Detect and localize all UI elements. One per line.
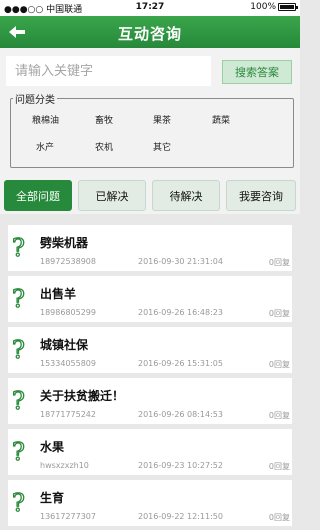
status-bar: ●●●○○ 中国联通 17:27 100% bbox=[0, 0, 300, 16]
question-user: 18986805299 bbox=[40, 308, 96, 317]
question-user: 18771775242 bbox=[40, 410, 96, 419]
question-user: 18972538908 bbox=[40, 257, 96, 266]
question-date: 2016-09-23 10:27:52 bbox=[138, 461, 223, 470]
search-input[interactable] bbox=[6, 56, 211, 86]
reply-count: 0回复 bbox=[268, 360, 290, 369]
battery-indicator: 100% bbox=[250, 2, 298, 12]
svg-text:?: ? bbox=[12, 286, 25, 312]
question-mark-icon: ? bbox=[11, 388, 25, 414]
question-date: 2016-09-26 08:14:53 bbox=[138, 410, 223, 419]
svg-text:?: ? bbox=[12, 388, 25, 414]
battery-icon bbox=[278, 2, 298, 11]
reply-count: 0回复 bbox=[268, 258, 290, 267]
question-item[interactable]: ? 城镇社保 15334055809 2016-09-26 15:31:05 0… bbox=[8, 327, 292, 373]
search-button[interactable]: 搜索答案 bbox=[222, 60, 292, 84]
category-box bbox=[10, 98, 294, 168]
question-user: hwsxzxzh10 bbox=[40, 461, 89, 470]
reply-count: 0回复 bbox=[268, 513, 290, 522]
question-title: 生育 bbox=[40, 491, 65, 505]
category-machinery[interactable]: 农机 bbox=[95, 140, 113, 153]
question-mark-icon: ? bbox=[11, 235, 25, 261]
svg-text:?: ? bbox=[12, 490, 25, 516]
svg-text:?: ? bbox=[12, 439, 25, 465]
category-title: 问题分类 bbox=[13, 91, 57, 106]
question-mark-icon: ? bbox=[11, 490, 25, 516]
category-livestock[interactable]: 畜牧 bbox=[95, 113, 113, 126]
question-title: 水果 bbox=[40, 440, 65, 454]
search-panel: 搜索答案 问题分类 粮棉油 畜牧 果茶 蔬菜 水产 农机 其它 bbox=[0, 48, 300, 178]
category-vegetable[interactable]: 蔬菜 bbox=[212, 113, 230, 126]
question-item[interactable]: ? 劈柴机器 18972538908 2016-09-30 21:31:04 0… bbox=[8, 225, 292, 271]
page-title: 互动咨询 bbox=[117, 25, 182, 43]
svg-text:?: ? bbox=[12, 337, 25, 363]
tab-pending[interactable]: 待解决 bbox=[152, 180, 220, 211]
question-title: 关于扶贫搬迁！ bbox=[40, 389, 125, 403]
filter-tabs: 全部问题 已解决 待解决 我要咨询 bbox=[0, 178, 300, 214]
question-title: 出售羊 bbox=[40, 287, 77, 301]
battery-percent: 100% bbox=[250, 2, 276, 12]
question-item[interactable]: ? 出售羊 18986805299 2016-09-26 16:48:23 0回… bbox=[8, 276, 292, 322]
question-item[interactable]: ? 水果 hwsxzxzh10 2016-09-23 10:27:52 0回复 bbox=[8, 429, 292, 475]
question-mark-icon: ? bbox=[11, 439, 25, 465]
category-other[interactable]: 其它 bbox=[153, 140, 171, 153]
category-grain[interactable]: 粮棉油 bbox=[32, 113, 59, 126]
question-item[interactable]: ? 生育 13617277307 2016-09-22 12:11:50 0回复 bbox=[8, 480, 292, 526]
reply-count: 0回复 bbox=[268, 411, 290, 420]
question-mark-icon: ? bbox=[11, 337, 25, 363]
question-item[interactable]: ? 关于扶贫搬迁！ 18771775242 2016-09-26 08:14:5… bbox=[8, 378, 292, 424]
question-date: 2016-09-30 21:31:04 bbox=[138, 257, 223, 266]
question-title: 城镇社保 bbox=[40, 338, 89, 352]
svg-text:?: ? bbox=[12, 235, 25, 261]
nav-bar: 互动咨询 bbox=[0, 16, 300, 48]
question-date: 2016-09-26 16:48:23 bbox=[138, 308, 223, 317]
tab-solved[interactable]: 已解决 bbox=[78, 180, 146, 211]
question-date: 2016-09-26 15:31:05 bbox=[138, 359, 223, 368]
question-date: 2016-09-22 12:11:50 bbox=[138, 512, 223, 521]
question-user: 13617277307 bbox=[40, 512, 96, 521]
reply-count: 0回复 bbox=[268, 309, 290, 318]
category-aquatic[interactable]: 水产 bbox=[36, 140, 54, 153]
category-fruit-tea[interactable]: 果茶 bbox=[153, 113, 171, 126]
question-user: 15334055809 bbox=[40, 359, 96, 368]
tab-all-questions[interactable]: 全部问题 bbox=[4, 180, 72, 211]
question-title: 劈柴机器 bbox=[40, 236, 89, 250]
reply-count: 0回复 bbox=[268, 462, 290, 471]
tab-ask-question[interactable]: 我要咨询 bbox=[226, 180, 296, 211]
question-mark-icon: ? bbox=[11, 286, 25, 312]
